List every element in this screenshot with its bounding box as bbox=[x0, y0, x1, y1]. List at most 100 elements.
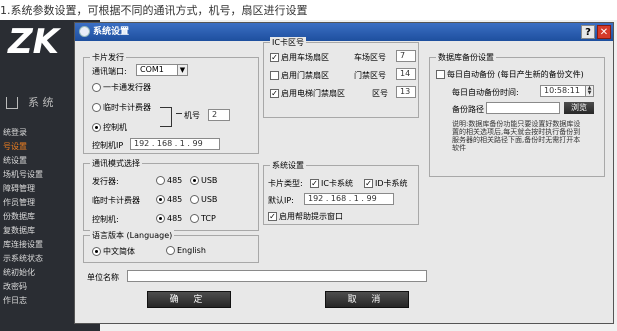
elevator-sector-input[interactable]: 13 bbox=[396, 86, 416, 98]
check-ic-system[interactable]: ✓ IC卡系统 bbox=[310, 178, 353, 189]
default-ip-input[interactable]: 192 . 168 . 1 . 99 bbox=[304, 193, 394, 205]
default-ip-label: 默认IP: bbox=[268, 196, 294, 205]
backup-path-input[interactable] bbox=[486, 102, 560, 114]
radio-temp-card[interactable]: 临时卡计费器 bbox=[92, 102, 151, 113]
sys-settings-legend: 系统设置 bbox=[270, 160, 306, 171]
checkbox-icon bbox=[436, 70, 445, 79]
machine-no-label: 机号 bbox=[184, 111, 200, 120]
unit-name-label: 单位名称 bbox=[87, 273, 119, 282]
unit-name-input[interactable] bbox=[127, 270, 427, 282]
comm-issuer-label: 发行器: bbox=[92, 177, 119, 186]
port-label: 通讯端口: bbox=[92, 67, 127, 76]
check-id-system[interactable]: ✓ ID卡系统 bbox=[364, 178, 408, 189]
check-elevator-sector[interactable]: ✓ 启用电梯门禁扇区 bbox=[270, 88, 345, 99]
radio-controller-tcp-label: TCP bbox=[201, 214, 216, 223]
radio-selected-icon bbox=[190, 176, 199, 185]
radio-selected-icon bbox=[156, 195, 165, 204]
radio-controller-label: 控制机 bbox=[103, 123, 127, 132]
elevator-sector-label: 区号 bbox=[372, 89, 388, 98]
radio-icon bbox=[92, 83, 101, 92]
radio-temp-485[interactable]: 485 bbox=[156, 195, 182, 204]
backup-time-value: 10:58:11 bbox=[544, 86, 580, 95]
ic-sector-legend: IC卡区号 bbox=[270, 37, 306, 48]
radio-selected-icon bbox=[156, 214, 165, 223]
radio-temp-card-label: 临时卡计费器 bbox=[103, 103, 151, 112]
check-parking-sector-label: 启用车场扇区 bbox=[281, 53, 329, 62]
language-group: 语言版本 (Language) 中文简体 English bbox=[83, 230, 259, 263]
comm-mode-group: 通讯模式选择 发行器: 485 USB 临时卡计费器 485 USB 控制机: … bbox=[83, 158, 259, 231]
ok-button[interactable]: 确 定 bbox=[147, 291, 231, 308]
check-help-popup-label: 启用帮助提示窗口 bbox=[279, 212, 343, 221]
port-value: COM1 bbox=[140, 65, 164, 74]
radio-issuer-485[interactable]: 485 bbox=[156, 176, 182, 185]
radio-icon bbox=[190, 195, 199, 204]
radio-one-card[interactable]: 一卡通发行器 bbox=[92, 82, 151, 93]
radio-selected-icon bbox=[92, 123, 101, 132]
close-button[interactable]: ✕ bbox=[597, 25, 611, 39]
home-icon bbox=[6, 97, 18, 109]
chevron-down-icon: ▼ bbox=[177, 65, 187, 75]
browse-button[interactable]: 浏览 bbox=[564, 102, 594, 114]
checkbox-icon bbox=[270, 71, 279, 80]
check-parking-sector[interactable]: ✓ 启用车场扇区 bbox=[270, 52, 329, 63]
card-issue-legend: 卡片发行 bbox=[90, 52, 126, 63]
radio-lang-cn[interactable]: 中文简体 bbox=[92, 246, 135, 257]
language-legend: 语言版本 (Language) bbox=[90, 230, 175, 241]
card-issue-group: 卡片发行 通讯端口: COM1 ▼ 一卡通发行器 临时卡计费器 控制机 机号 2… bbox=[83, 52, 259, 154]
port-select[interactable]: COM1 ▼ bbox=[136, 64, 188, 76]
radio-temp-usb[interactable]: USB bbox=[190, 195, 217, 204]
check-auto-backup-label: 每日自动备份 (每日产生新的备份文件) bbox=[447, 70, 584, 79]
backup-time-input[interactable]: 10:58:11 ▲ ▼ bbox=[540, 85, 594, 97]
checkbox-checked-icon: ✓ bbox=[268, 212, 277, 221]
backup-path-label: 备份路径 bbox=[452, 105, 484, 114]
card-type-label: 卡片类型: bbox=[268, 179, 303, 188]
comm-mode-legend: 通讯模式选择 bbox=[90, 158, 142, 169]
check-id-system-label: ID卡系统 bbox=[375, 179, 408, 188]
parking-sector-label: 车场区号 bbox=[354, 53, 386, 62]
dialog-titlebar[interactable]: 系统设置 ? ✕ bbox=[75, 23, 613, 41]
backup-group: 数据库备份设置 每日自动备份 (每日产生新的备份文件) 每日自动备份时间: 10… bbox=[429, 52, 605, 177]
radio-issuer-485-label: 485 bbox=[167, 176, 183, 185]
radio-temp-485-label: 485 bbox=[167, 195, 183, 204]
backup-time-label: 每日自动备份时间: bbox=[452, 88, 519, 97]
bracket-tick bbox=[176, 113, 182, 114]
check-help-popup[interactable]: ✓ 启用帮助提示窗口 bbox=[268, 211, 343, 222]
checkbox-checked-icon: ✓ bbox=[364, 179, 373, 188]
door-sector-input[interactable]: 14 bbox=[396, 68, 416, 80]
radio-controller-tcp[interactable]: TCP bbox=[190, 214, 216, 223]
app-logo: ZK bbox=[8, 22, 59, 62]
check-auto-backup[interactable]: 每日自动备份 (每日产生新的备份文件) bbox=[436, 69, 584, 80]
radio-lang-en-label: English bbox=[177, 246, 206, 255]
backup-note: 说明:数据库备份功能只要设置好数据库设置的相关选项后,每天就会按时执行备份到服务… bbox=[452, 120, 581, 152]
radio-lang-en[interactable]: English bbox=[166, 246, 206, 255]
ic-sector-group: IC卡区号 ✓ 启用车场扇区 车场区号 7 启用门禁扇区 门禁区号 14 ✓ 启用电… bbox=[263, 37, 419, 118]
app-icon bbox=[79, 26, 90, 37]
radio-lang-cn-label: 中文简体 bbox=[103, 247, 135, 256]
check-ic-system-label: IC卡系统 bbox=[321, 179, 353, 188]
comm-temp-label: 临时卡计费器 bbox=[92, 196, 140, 205]
parking-sector-input[interactable]: 7 bbox=[396, 50, 416, 62]
system-settings-dialog: 系统设置 ? ✕ 卡片发行 通讯端口: COM1 ▼ 一卡通发行器 临时卡计费器… bbox=[74, 22, 614, 324]
radio-controller-485[interactable]: 485 bbox=[156, 214, 182, 223]
checkbox-checked-icon: ✓ bbox=[270, 89, 279, 98]
dialog-title: 系统设置 bbox=[93, 27, 130, 37]
backup-legend: 数据库备份设置 bbox=[436, 52, 496, 63]
controller-ip-input[interactable]: 192 . 168 . 1 . 99 bbox=[130, 138, 220, 150]
check-door-sector[interactable]: 启用门禁扇区 bbox=[270, 70, 329, 81]
radio-controller[interactable]: 控制机 bbox=[92, 122, 127, 133]
home-label: 系 统 bbox=[28, 96, 54, 109]
controller-ip-label: 控制机IP bbox=[92, 141, 124, 150]
radio-temp-usb-label: USB bbox=[201, 195, 218, 204]
radio-one-card-label: 一卡通发行器 bbox=[103, 83, 151, 92]
check-door-sector-label: 启用门禁扇区 bbox=[281, 71, 329, 80]
checkbox-checked-icon: ✓ bbox=[270, 53, 279, 62]
radio-issuer-usb[interactable]: USB bbox=[190, 176, 217, 185]
bracket-line bbox=[160, 107, 172, 127]
help-button[interactable]: ? bbox=[581, 25, 595, 39]
page-caption: 1.系统参数设置，可根据不同的通讯方式，机号，扇区进行设置 bbox=[0, 4, 308, 17]
spinner-icon[interactable]: ▲ ▼ bbox=[585, 86, 593, 96]
cancel-button[interactable]: 取 消 bbox=[325, 291, 409, 308]
door-sector-label: 门禁区号 bbox=[354, 71, 386, 80]
radio-icon bbox=[166, 246, 175, 255]
machine-no-input[interactable]: 2 bbox=[208, 109, 230, 121]
